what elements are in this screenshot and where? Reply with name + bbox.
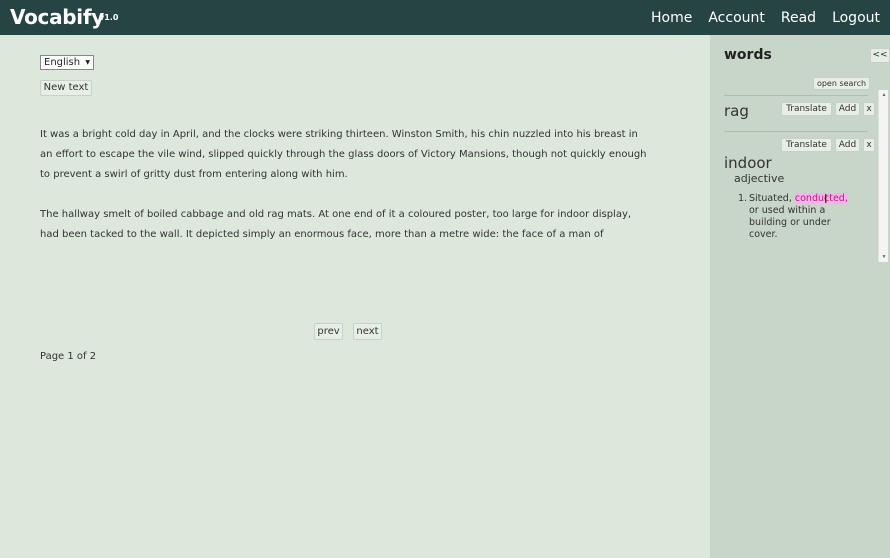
words-sidebar: words << open search rag Translate Add x… [710, 35, 890, 558]
word-entry-title: rag [724, 102, 749, 120]
app-logo[interactable]: Vocabify [10, 5, 104, 29]
definition-text[interactable]: Situated, conducted, or used within a bu… [749, 193, 859, 241]
part-of-speech: adjective [734, 172, 785, 185]
top-navbar: Vocabify v1.0 Home Account Read Logout [0, 0, 890, 35]
definition-text-part: Situated, [749, 193, 795, 204]
text-cursor-icon: I [824, 192, 828, 206]
text-paragraph[interactable]: It was a bright cold day in April, and t… [40, 125, 652, 185]
nav-read[interactable]: Read [781, 10, 816, 26]
dropdown-arrow-icon: ▼ [85, 59, 90, 66]
highlighted-word[interactable]: conducted, [794, 193, 848, 204]
reading-area: English ▼ New text It was a bright cold … [0, 35, 710, 558]
add-word-button[interactable]: Add [835, 138, 860, 152]
open-search-button[interactable]: open search [813, 77, 870, 90]
add-word-button[interactable]: Add [835, 102, 860, 116]
remove-word-button[interactable]: x [863, 102, 875, 116]
next-page-button[interactable]: next [353, 323, 382, 340]
definition-text-part: or used within a building or under cover… [749, 205, 831, 240]
nav-account[interactable]: Account [708, 10, 765, 26]
prev-page-button[interactable]: prev [314, 323, 343, 340]
sidebar-title: words [724, 47, 772, 63]
translate-button[interactable]: Translate [781, 138, 832, 152]
nav-home[interactable]: Home [651, 10, 692, 26]
word-list: rag Translate Add x Translate Add x indo… [724, 90, 878, 262]
version-label: v1.0 [99, 13, 119, 22]
new-text-button[interactable]: New text [40, 80, 92, 96]
divider [724, 95, 868, 96]
word-entry-title: indoor [724, 154, 772, 172]
divider [724, 131, 868, 132]
translate-button[interactable]: Translate [781, 102, 832, 116]
remove-word-button[interactable]: x [863, 138, 875, 152]
definition-number: 1. [738, 193, 748, 204]
text-paragraph[interactable]: The hallway smelt of boiled cabbage and … [40, 205, 652, 245]
scroll-down-icon[interactable]: ▼ [879, 252, 889, 262]
main-nav: Home Account Read Logout [651, 0, 880, 35]
word-list-scrollbar[interactable]: ▲ ▼ [878, 90, 888, 262]
language-value: English [44, 57, 81, 68]
nav-logout[interactable]: Logout [832, 10, 880, 26]
language-select[interactable]: English ▼ [40, 55, 94, 70]
scroll-up-icon[interactable]: ▲ [879, 90, 889, 100]
page-indicator: Page 1 of 2 [40, 351, 97, 362]
collapse-sidebar-button[interactable]: << [870, 48, 890, 63]
